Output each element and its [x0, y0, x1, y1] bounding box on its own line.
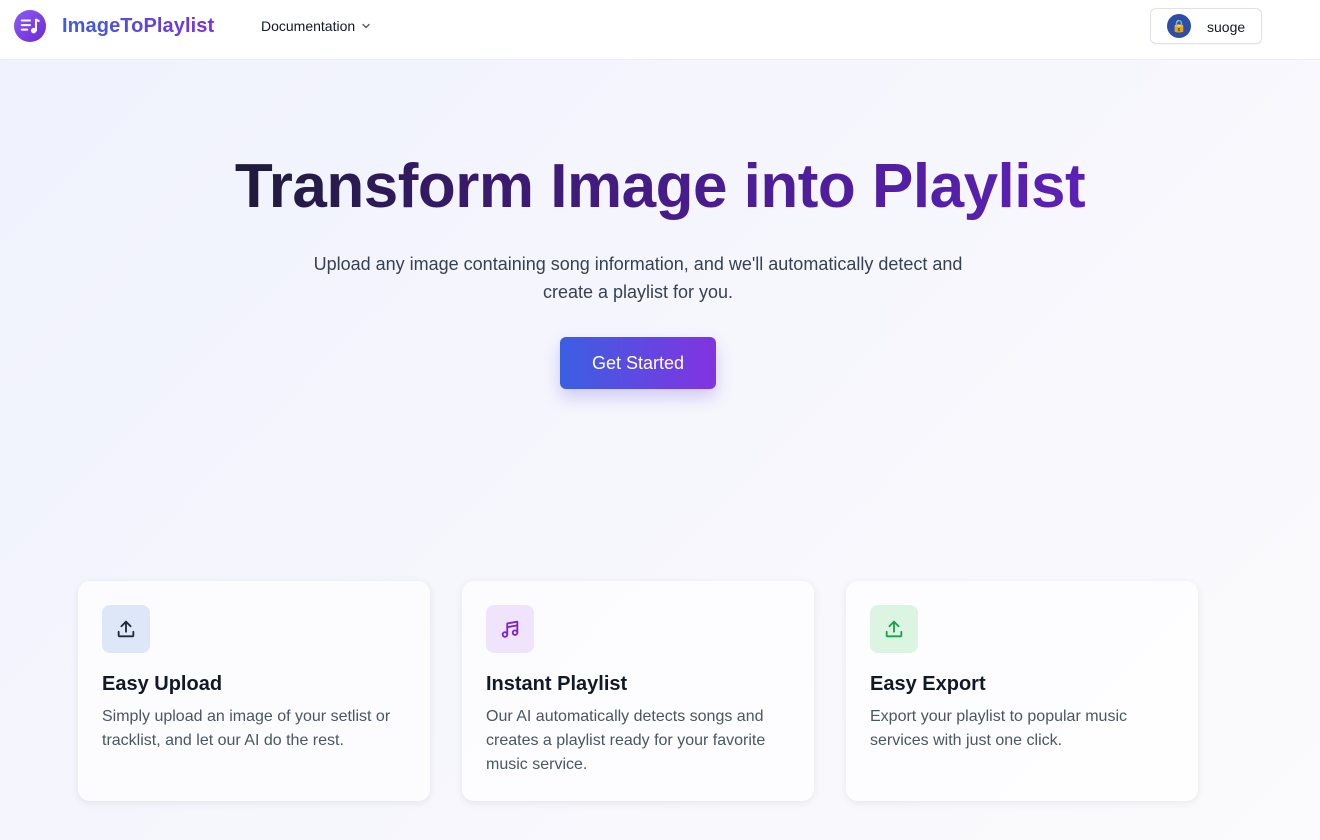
top-navbar: ImageToPlaylist Documentation 🔒 suoge: [0, 0, 1320, 60]
feature-title: Easy Export: [870, 673, 986, 695]
hero-title: Transform Image into Playlist: [0, 150, 1320, 224]
feature-title: Easy Upload: [102, 673, 223, 695]
feature-description: Simply upload an image of your setlist o…: [102, 708, 391, 749]
feature-title: Instant Playlist: [486, 673, 628, 695]
hero-title-text: Transform Image into Playlist: [234, 152, 1086, 221]
username: suoge: [1207, 19, 1246, 35]
feature-description: Our AI automatically detects songs and c…: [486, 708, 766, 773]
music-list-icon[interactable]: [14, 10, 46, 42]
feature-description: Export your playlist to popular music se…: [870, 708, 1127, 749]
chevron-down-icon: [361, 17, 371, 35]
upload-icon: [102, 605, 150, 653]
user-menu-button[interactable]: 🔒 suoge: [1150, 8, 1262, 44]
export-icon: [870, 605, 918, 653]
feature-card-instant-playlist: Instant Playlist Our AI automatically de…: [462, 581, 814, 801]
feature-card-easy-upload: Easy Upload Simply upload an image of yo…: [78, 581, 430, 801]
get-started-button[interactable]: Get Started: [560, 337, 716, 389]
documentation-menu[interactable]: Documentation: [261, 17, 371, 35]
hero-subtitle: Upload any image containing song informa…: [313, 254, 963, 302]
feature-card-easy-export: Easy Export Export your playlist to popu…: [846, 581, 1198, 801]
brand-name[interactable]: ImageToPlaylist: [62, 14, 214, 38]
music-note-icon: [486, 605, 534, 653]
avatar: 🔒: [1167, 14, 1191, 38]
documentation-label: Documentation: [261, 18, 356, 34]
